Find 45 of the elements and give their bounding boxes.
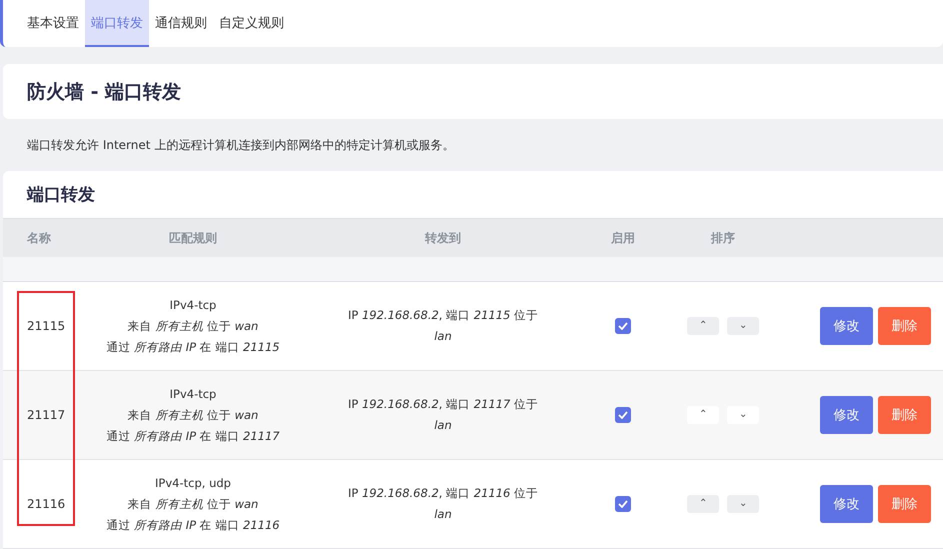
forward-line: lan [434,417,452,434]
column-header: 名称 [26,230,52,246]
match-rule-line: 来自 所有主机 位于 wan [128,496,258,512]
move-down-button[interactable]: ⌄ [727,406,759,424]
column-header: 排序 [711,230,735,246]
table-cell-text: 21116 [26,497,66,511]
match-rule-line: 通过 所有路由 IP 在 端口 21115 [106,338,280,356]
edit-button[interactable]: 修改 [820,307,873,345]
enable-checkbox[interactable] [615,318,631,334]
forward-line: IP 192.168.68.2, 端口 21117 位于 [348,396,538,413]
column-header: 匹配规则 [169,230,217,246]
match-rule-line: IPv4-tcp [170,296,216,314]
move-up-button[interactable]: ⌃ [687,406,719,424]
section-title: 端口转发 [26,184,96,207]
table-cell-text: 21117 [26,408,66,422]
tab[interactable]: 自定义规则 [213,0,290,47]
page-title: 防火墙 - 端口转发 [27,80,182,104]
move-down-button[interactable]: ⌄ [727,495,759,513]
check-icon [618,322,628,330]
check-icon [618,500,628,508]
forward-line: IP 192.168.68.2, 端口 21115 位于 [348,307,538,324]
enable-checkbox[interactable] [615,496,631,512]
match-rule-line: 来自 所有主机 位于 wan [128,406,258,424]
forward-line: IP 192.168.68.2, 端口 21116 位于 [348,485,538,502]
match-rule-line: 通过 所有路由 IP 在 端口 21117 [106,428,280,444]
description: 端口转发允许 Internet 上的远程计算机连接到内部网络中的特定计算机或服务。 [26,136,456,154]
match-rule-line: 通过 所有路由 IP 在 端口 21116 [106,516,280,534]
column-header: 启用 [611,230,635,246]
column-header: 转发到 [425,230,461,246]
edit-button[interactable]: 修改 [820,485,873,523]
forward-line: lan [434,328,452,345]
match-rule-line: 来自 所有主机 位于 wan [128,318,258,334]
move-down-button[interactable]: ⌄ [727,317,759,335]
enable-checkbox[interactable] [615,407,631,423]
tab[interactable]: 通信规则 [149,0,213,47]
match-rule-line: IPv4-tcp, udp [155,474,231,492]
edit-button[interactable]: 修改 [820,396,873,434]
tab[interactable]: 端口转发 [85,0,149,47]
move-up-button[interactable]: ⌃ [687,317,719,335]
match-rule-line: IPv4-tcp [170,386,216,402]
table-cell-text: 21115 [26,319,66,333]
move-up-button[interactable]: ⌃ [687,495,719,513]
tab[interactable]: 基本设置 [21,0,85,47]
check-icon [618,411,628,419]
forward-line: lan [434,506,452,523]
